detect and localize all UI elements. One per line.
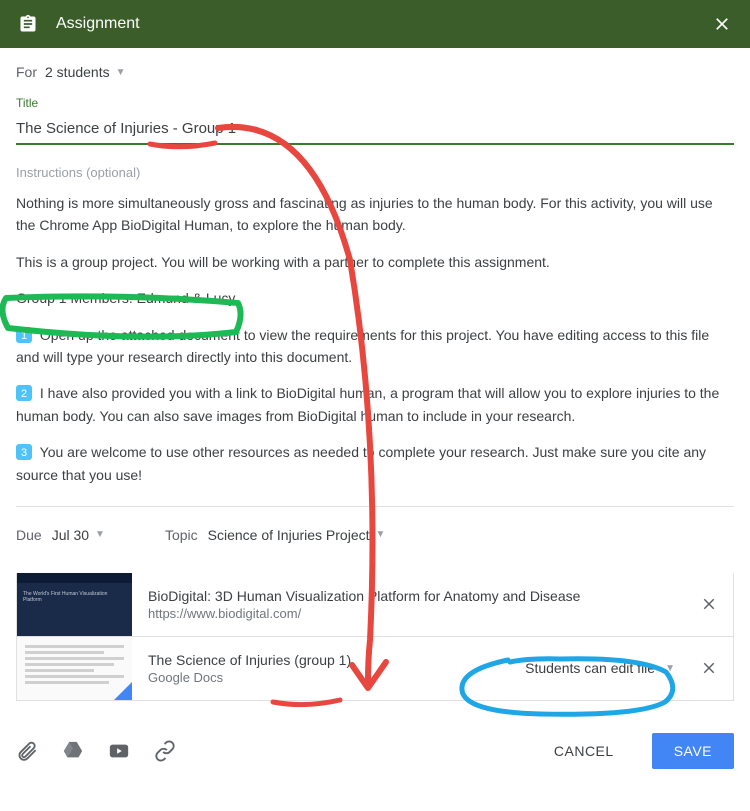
instructions-step3: 3 You are welcome to use other resources…: [16, 441, 734, 486]
assignment-icon: [16, 12, 40, 36]
topic-item: Topic Science of Injuries Project ▼: [165, 527, 385, 543]
attachment-info[interactable]: The Science of Injuries (group 1) Google…: [132, 652, 525, 685]
instructions-step1: 1 Open up the attached document to view …: [16, 324, 734, 369]
attachment-title: BioDigital: 3D Human Visualization Platf…: [148, 588, 669, 604]
attach-file-icon[interactable]: [16, 740, 38, 762]
meta-row: Due Jul 30 ▼ Topic Science of Injuries P…: [16, 527, 734, 543]
close-icon[interactable]: [710, 12, 734, 36]
remove-attachment-button[interactable]: [685, 659, 733, 677]
instructions-p1: Nothing is more simultaneously gross and…: [16, 192, 734, 237]
for-dropdown[interactable]: 2 students ▼: [45, 64, 126, 80]
dialog-header: Assignment: [0, 0, 750, 48]
cancel-button[interactable]: CANCEL: [540, 733, 628, 769]
due-label: Due: [16, 527, 42, 543]
for-label: For: [16, 64, 37, 80]
save-button[interactable]: SAVE: [652, 733, 734, 769]
divider: [16, 506, 734, 507]
due-value: Jul 30: [52, 527, 89, 543]
attachment-title: The Science of Injuries (group 1): [148, 652, 509, 668]
attachment-type: Google Docs: [148, 670, 509, 685]
permission-value: Students can edit file: [525, 660, 655, 676]
chevron-down-icon: ▼: [665, 663, 675, 674]
youtube-icon[interactable]: [108, 740, 130, 762]
for-row: For 2 students ▼: [16, 64, 734, 80]
attach-toolbar: [16, 740, 176, 762]
instructions-step2: 2 I have also provided you with a link t…: [16, 382, 734, 427]
topic-dropdown[interactable]: Science of Injuries Project ▼: [208, 527, 386, 543]
title-input[interactable]: [16, 116, 734, 145]
chevron-down-icon: ▼: [95, 529, 105, 540]
remove-attachment-button[interactable]: [685, 595, 733, 613]
chevron-down-icon: ▼: [376, 529, 386, 540]
instructions-body[interactable]: Nothing is more simultaneously gross and…: [16, 192, 734, 486]
svg-text:2: 2: [21, 388, 27, 400]
dialog-footer: CANCEL SAVE: [0, 717, 750, 785]
chevron-down-icon: ▼: [116, 67, 126, 78]
instructions-p2: This is a group project. You will be wor…: [16, 251, 734, 273]
link-icon[interactable]: [154, 740, 176, 762]
svg-text:3: 3: [21, 447, 27, 459]
due-dropdown[interactable]: Jul 30 ▼: [52, 527, 105, 543]
attachment-link: The World's First Human VisualizationPla…: [16, 573, 734, 637]
instructions-p3: Group 1 Members: Edmund & Lucy: [16, 287, 734, 309]
attachment-thumbnail[interactable]: [17, 637, 132, 700]
attachment-info[interactable]: BioDigital: 3D Human Visualization Platf…: [132, 588, 685, 621]
for-value: 2 students: [45, 64, 110, 80]
due-item: Due Jul 30 ▼: [16, 527, 105, 543]
attachment-doc: The Science of Injuries (group 1) Google…: [16, 637, 734, 701]
topic-value: Science of Injuries Project: [208, 527, 370, 543]
instructions-label: Instructions (optional): [16, 165, 734, 180]
attachment-url: https://www.biodigital.com/: [148, 606, 669, 621]
permission-dropdown[interactable]: Students can edit file ▼: [525, 660, 685, 676]
title-label: Title: [16, 96, 734, 110]
dialog-body: For 2 students ▼ Title Instructions (opt…: [0, 48, 750, 717]
drive-icon[interactable]: [62, 740, 84, 762]
topic-label: Topic: [165, 527, 198, 543]
attachment-thumbnail[interactable]: The World's First Human VisualizationPla…: [17, 573, 132, 636]
dialog-title: Assignment: [56, 15, 710, 33]
svg-text:1: 1: [21, 330, 27, 342]
